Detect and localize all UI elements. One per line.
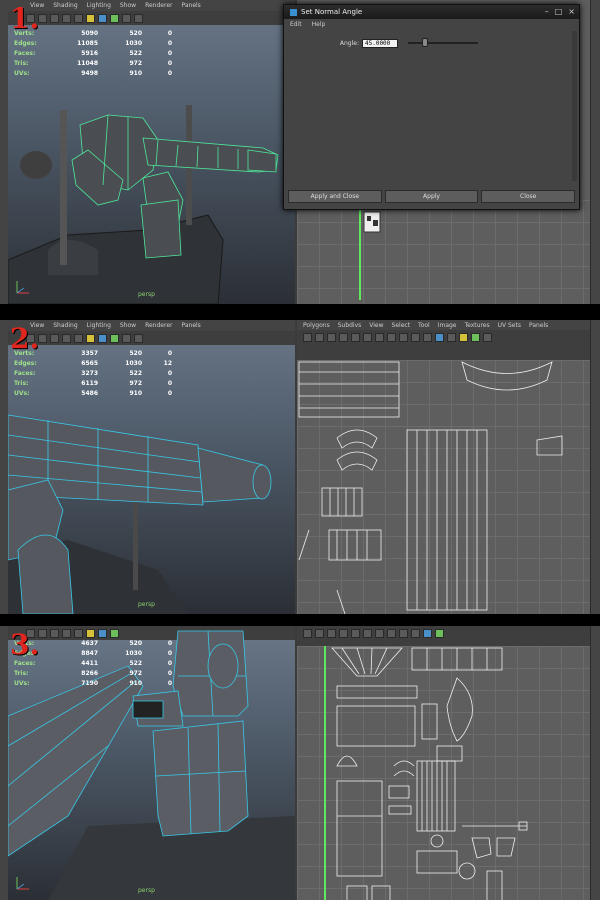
axis-gizmo-icon (16, 281, 29, 294)
uv-texture-editor[interactable]: Polygons Subdivs View Select Tool Image … (297, 320, 590, 614)
angle-input[interactable] (362, 38, 398, 48)
perspective-viewport[interactable]: View Shading Lighting Show Renderer Pane… (8, 0, 295, 304)
relax-icon[interactable] (399, 629, 408, 638)
dialog-title-bar[interactable]: Set Normal Angle – □ × (284, 5, 579, 19)
uv-move-icon[interactable] (303, 629, 312, 638)
cut-uv-icon[interactable] (351, 333, 360, 342)
dim-icon[interactable] (483, 333, 492, 342)
channel-box-strip (590, 626, 600, 900)
sew-uv-icon[interactable] (363, 333, 372, 342)
panel-step-2: View Shading Lighting Show Renderer Pane… (0, 320, 600, 614)
grid-toggle-icon[interactable] (447, 333, 456, 342)
uv-toolbar (297, 330, 590, 360)
camera-name: persp (138, 887, 155, 894)
channel-box-strip (590, 0, 600, 304)
menu-uv-sets[interactable]: UV Sets (498, 322, 521, 329)
camera-name: persp (138, 601, 155, 608)
relax-icon[interactable] (399, 333, 408, 342)
set-normal-angle-dialog: Set Normal Angle – □ × Edit Help Angle: … (283, 4, 580, 210)
minimize-icon[interactable]: – (545, 7, 549, 16)
menu-help[interactable]: Help (312, 21, 326, 28)
left-toolbox (0, 0, 8, 304)
color-icon[interactable] (435, 629, 444, 638)
perspective-viewport[interactable]: View Shading Lighting Show Renderer Pane… (8, 320, 295, 614)
dialog-menu-bar: Edit Help (284, 19, 579, 29)
flip-u-icon[interactable] (327, 333, 336, 342)
unfold-icon[interactable] (387, 333, 396, 342)
uv-grid[interactable] (297, 360, 590, 614)
angle-label: Angle: (339, 39, 359, 47)
align-icon[interactable] (411, 333, 420, 342)
flip-v-icon[interactable] (339, 629, 348, 638)
menu-panels[interactable]: Panels (529, 322, 548, 329)
left-toolbox (0, 626, 8, 900)
menu-subdivs[interactable]: Subdivs (338, 322, 362, 329)
menu-tool[interactable]: Tool (418, 322, 430, 329)
step-number: 3. (10, 628, 40, 661)
uv-shells (324, 646, 528, 900)
uv-toolbar (297, 626, 590, 646)
apply-and-close-button[interactable]: Apply and Close (288, 190, 382, 203)
uv-shells (298, 361, 563, 614)
menu-edit[interactable]: Edit (290, 21, 302, 28)
checker-icon[interactable] (423, 629, 432, 638)
poly-count-hud: Verts: 5090 520 0 Edges: 11085 1030 0 Faces: 59… (14, 29, 172, 77)
uv-shells (359, 200, 361, 300)
maya-app-icon (290, 8, 297, 16)
dialog-scrollbar[interactable] (572, 31, 577, 181)
flip-u-icon[interactable] (327, 629, 336, 638)
dialog-button-row: Apply and Close Apply Close (288, 190, 576, 203)
axis-gizmo-icon (16, 877, 29, 890)
dialog-title: Set Normal Angle (301, 8, 363, 16)
step-number: 1. (10, 2, 40, 35)
angle-row: Angle: (284, 37, 579, 49)
layout-icon[interactable] (375, 333, 384, 342)
uv-rotate-icon[interactable] (315, 333, 324, 342)
panel-step-3: Verts: 4637 520 0 Edges: 8847 1030 0 Faces: 441… (0, 626, 600, 900)
close-button[interactable]: Close (481, 190, 576, 203)
flip-v-icon[interactable] (339, 333, 348, 342)
color-icon[interactable] (471, 333, 480, 342)
snapshot-icon[interactable] (423, 333, 432, 342)
uv-rotate-icon[interactable] (315, 629, 324, 638)
camera-name: persp (138, 291, 155, 298)
perspective-viewport[interactable]: Verts: 4637 520 0 Edges: 8847 1030 0 Faces: 441… (8, 626, 295, 900)
uv-texture-editor[interactable] (297, 626, 590, 900)
image-icon[interactable] (459, 333, 468, 342)
angle-slider-handle[interactable] (422, 38, 428, 47)
menu-image[interactable]: Image (438, 322, 457, 329)
channel-box-strip (590, 320, 600, 614)
menu-select[interactable]: Select (392, 322, 411, 329)
panel-step-1: View Shading Lighting Show Renderer Pane… (0, 0, 600, 304)
uv-grid[interactable] (297, 646, 590, 900)
cut-uv-icon[interactable] (351, 629, 360, 638)
uv-move-icon[interactable] (303, 333, 312, 342)
apply-button[interactable]: Apply (384, 190, 479, 203)
close-icon[interactable]: × (568, 7, 575, 16)
layout-icon[interactable] (375, 629, 384, 638)
uv-grid[interactable] (297, 200, 590, 304)
align-icon[interactable] (411, 629, 420, 638)
poly-count-hud: Verts: 3357 520 0 Edges: 6565 1030 12 Faces: 32… (14, 349, 172, 397)
unfold-icon[interactable] (387, 629, 396, 638)
sew-uv-icon[interactable] (363, 629, 372, 638)
checker-icon[interactable] (435, 333, 444, 342)
uv-menu-bar: Polygons Subdivs View Select Tool Image … (297, 320, 590, 330)
menu-textures[interactable]: Textures (465, 322, 490, 329)
angle-slider-track[interactable] (408, 42, 478, 44)
step-number: 2. (10, 322, 40, 355)
left-toolbox (0, 320, 8, 614)
menu-view[interactable]: View (369, 322, 383, 329)
menu-polygons[interactable]: Polygons (303, 322, 330, 329)
maximize-icon[interactable]: □ (555, 7, 563, 16)
uv-preview-icon (363, 211, 381, 233)
